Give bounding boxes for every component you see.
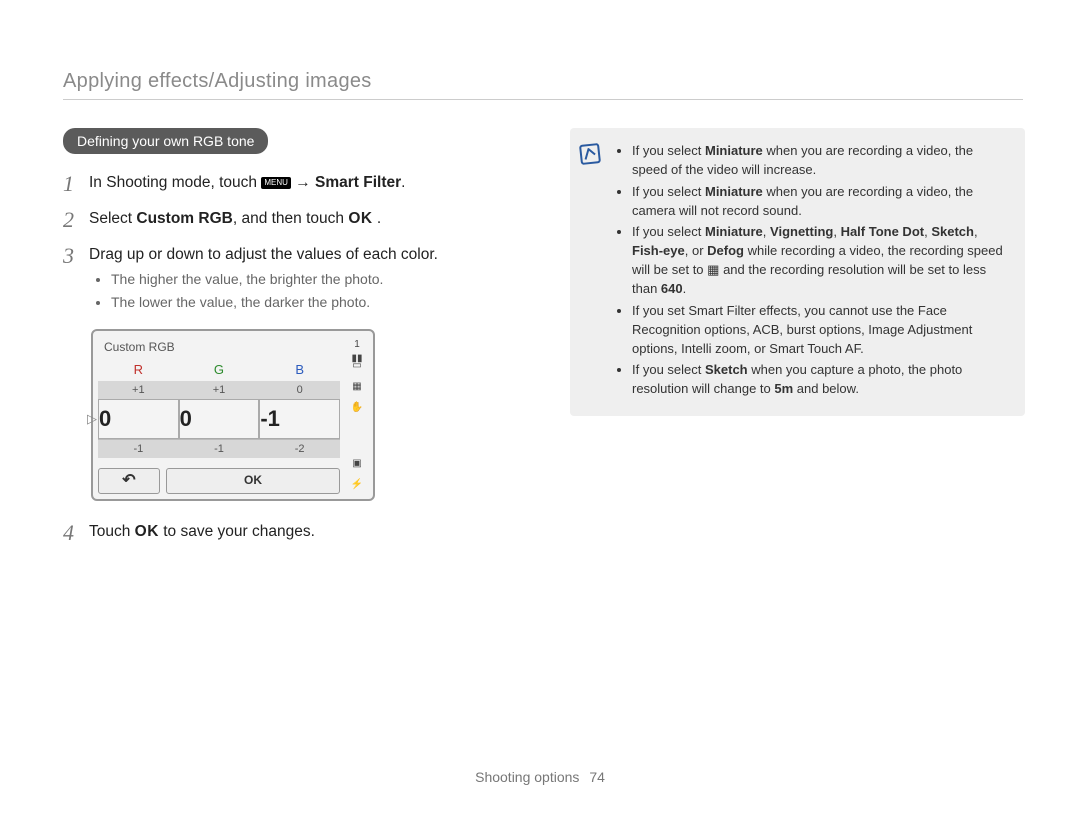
step-suffix: to save your changes. [163, 523, 315, 540]
rgb-row-above: +1 +1 0 [98, 381, 340, 399]
note-text: , [974, 224, 978, 239]
header-g: G [179, 360, 260, 381]
metering-icon: ▣ [349, 457, 365, 471]
note-text: If you select [632, 143, 705, 158]
val-cell-big[interactable]: 0 [98, 399, 179, 439]
image-size-icon: ▦ [349, 380, 365, 394]
rgb-row-selected: ▷ 0 0 -1 [98, 399, 340, 439]
camera-ui-mockup: Custom RGB R G B +1 +1 0 ▷ 0 0 -1 [91, 329, 375, 501]
note-text: . [683, 281, 687, 296]
val-cell: +1 [179, 381, 260, 399]
step-main-text: Drag up or down to adjust the values of … [89, 246, 438, 263]
flash-icon: ⚡ [349, 478, 365, 492]
step-4: 4 Touch OK to save your changes. [63, 521, 533, 545]
card-icon: ▭ [349, 359, 365, 373]
resolution-icon: 5m [774, 381, 793, 396]
step-bold: Custom RGB [136, 210, 232, 227]
step-number: 1 [63, 172, 89, 196]
step-mid: , and then touch [233, 210, 348, 227]
sub-bullet: The lower the value, the darker the phot… [111, 292, 533, 312]
note-item: If you set Smart Filter effects, you can… [632, 302, 1007, 359]
val-cell: -2 [259, 439, 340, 458]
step-text: Select Custom RGB, and then touch OK . [89, 208, 533, 232]
camera-ui-title: Custom RGB [98, 336, 340, 360]
page-footer: Shooting options 74 [0, 769, 1080, 785]
ok-button[interactable]: OK [166, 468, 340, 494]
note-icon [580, 144, 604, 402]
step-prefix: In Shooting mode, touch [89, 174, 261, 191]
right-column: If you select Miniature when you are rec… [570, 128, 1025, 416]
camera-side-icons: 1 ▮▮ ▭ ▦ ✋ ▣ ⚡ [340, 336, 368, 494]
step-number: 3 [63, 244, 89, 315]
note-text: , [833, 224, 840, 239]
note-bold: 640 [661, 281, 683, 296]
footer-section: Shooting options [475, 769, 579, 785]
val-cell-big[interactable]: 0 [179, 399, 260, 439]
note-item: If you select Sketch when you capture a … [632, 361, 1007, 399]
step-suffix: . [373, 210, 382, 227]
note-list: If you select Miniature when you are rec… [614, 142, 1007, 402]
note-item: If you select Miniature when you are rec… [632, 142, 1007, 180]
header-b: B [259, 360, 340, 381]
triangle-indicator-icon: ▷ [87, 411, 97, 427]
step-2: 2 Select Custom RGB, and then touch OK . [63, 208, 533, 232]
step-suffix: . [401, 174, 405, 191]
note-text: , or [685, 243, 707, 258]
arrow-icon: → [295, 174, 315, 191]
step-text: In Shooting mode, touch MENU → Smart Fil… [89, 172, 533, 196]
val-cell: -1 [98, 439, 179, 458]
note-text: , [763, 224, 770, 239]
note-bold: Sketch [931, 224, 974, 239]
note-bold: Miniature [705, 143, 763, 158]
step-sub-bullets: The higher the value, the brighter the p… [95, 269, 533, 313]
menu-icon: MENU [261, 177, 291, 189]
val-cell: 0 [259, 381, 340, 399]
note-text: If you select [632, 184, 705, 199]
rgb-header-row: R G B [98, 360, 340, 381]
step-prefix: Select [89, 210, 136, 227]
page-section-title: Applying effects/Adjusting images [63, 70, 1023, 100]
note-text: If you select [632, 362, 705, 377]
note-item: If you select Miniature, Vignetting, Hal… [632, 223, 1007, 299]
note-bold: Fish-eye [632, 243, 685, 258]
subheading-pill: Defining your own RGB tone [63, 128, 268, 154]
back-button[interactable]: ↶ [98, 468, 160, 494]
ois-icon: ✋ [349, 401, 365, 415]
battery-count: 1 ▮▮ [349, 338, 365, 352]
ok-icon: OK [348, 210, 372, 227]
camera-ui-main: Custom RGB R G B +1 +1 0 ▷ 0 0 -1 [98, 336, 340, 494]
step-number: 4 [63, 521, 89, 545]
steps-list: 1 In Shooting mode, touch MENU → Smart F… [63, 172, 533, 546]
step-bold: Smart Filter [315, 174, 401, 191]
step-prefix: Touch [89, 523, 135, 540]
note-bold: Defog [707, 243, 744, 258]
note-bold: Miniature [705, 184, 763, 199]
page-number: 74 [589, 769, 605, 785]
sub-bullet: The higher the value, the brighter the p… [111, 269, 533, 289]
note-bold: Sketch [705, 362, 748, 377]
fps-icon: ▦ [707, 261, 719, 280]
step-text: Touch OK to save your changes. [89, 521, 533, 545]
note-bold: Vignetting [770, 224, 833, 239]
val-cell: +1 [98, 381, 179, 399]
step-number: 2 [63, 208, 89, 232]
note-text: and below. [793, 381, 859, 396]
step-1: 1 In Shooting mode, touch MENU → Smart F… [63, 172, 533, 196]
camera-button-row: ↶ OK [98, 468, 340, 494]
left-column: Defining your own RGB tone 1 In Shooting… [63, 128, 533, 558]
rgb-row-below: -1 -1 -2 [98, 439, 340, 458]
note-item: If you select Miniature when you are rec… [632, 183, 1007, 221]
step-text: Drag up or down to adjust the values of … [89, 244, 533, 315]
step-3: 3 Drag up or down to adjust the values o… [63, 244, 533, 315]
note-bold: Half Tone Dot [841, 224, 925, 239]
note-text: If you select [632, 224, 705, 239]
ok-icon: OK [135, 523, 159, 540]
val-cell: -1 [179, 439, 260, 458]
note-box: If you select Miniature when you are rec… [570, 128, 1025, 416]
header-r: R [98, 360, 179, 381]
note-bold: Miniature [705, 224, 763, 239]
val-cell-big[interactable]: -1 [259, 399, 340, 439]
